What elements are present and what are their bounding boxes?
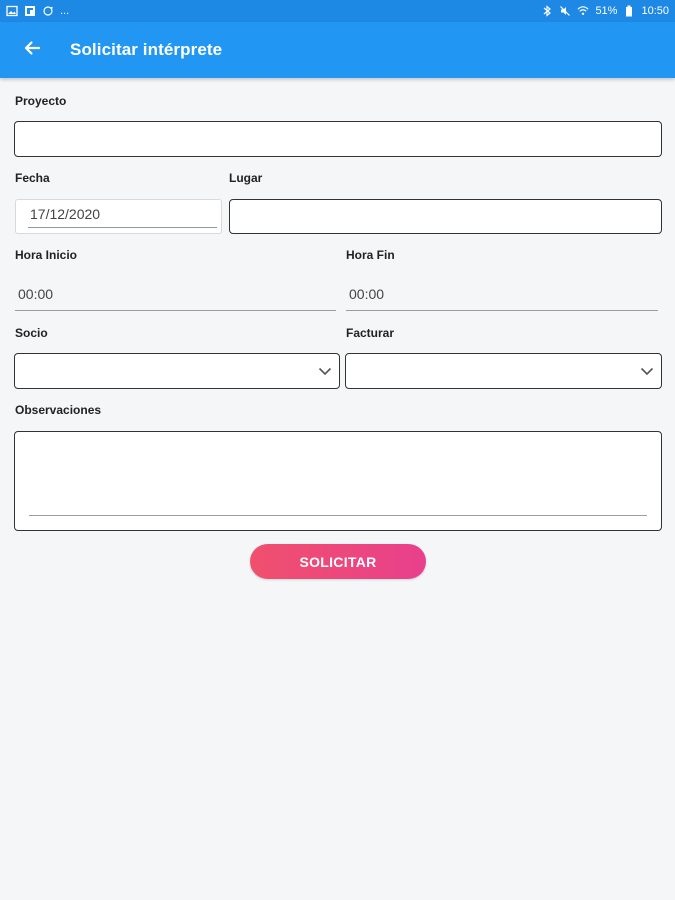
image-icon [6, 5, 18, 17]
wifi-icon [577, 5, 589, 17]
socio-label: Socio [15, 326, 48, 340]
fecha-label: Fecha [15, 171, 50, 185]
socio-select[interactable] [14, 353, 340, 389]
observaciones-label: Observaciones [15, 403, 102, 417]
observaciones-underline [29, 515, 647, 516]
hora-inicio-underline [15, 310, 336, 311]
facturar-select[interactable] [345, 353, 662, 389]
hora-fin-label: Hora Fin [346, 248, 395, 262]
page-title: Solicitar intérprete [70, 40, 223, 59]
hora-inicio-value: 00:00 [18, 286, 54, 302]
bluetooth-icon [541, 5, 553, 17]
solicitar-button[interactable]: SOLICITAR [250, 544, 426, 579]
fecha-field[interactable]: 17/12/2020 [15, 199, 222, 234]
fecha-value: 17/12/2020 [30, 206, 101, 222]
observaciones-textarea[interactable] [14, 431, 662, 531]
status-bar: ... 51% 10:50 [0, 0, 675, 22]
status-bar-right: 51% 10:50 [541, 5, 669, 17]
status-bar-left: ... [6, 5, 69, 17]
chevron-down-icon [639, 363, 655, 379]
arrow-left-icon [23, 39, 41, 62]
hora-fin-underline [346, 310, 658, 311]
hora-fin-value: 00:00 [349, 286, 385, 302]
chevron-down-icon [317, 363, 333, 379]
status-time: 10:50 [641, 5, 669, 17]
app-bar: Solicitar intérprete [0, 22, 675, 78]
back-button[interactable] [12, 30, 52, 70]
facturar-label: Facturar [346, 326, 395, 340]
hora-fin-field[interactable]: 00:00 [346, 280, 658, 311]
lugar-input[interactable] [229, 199, 662, 234]
proyecto-input[interactable] [14, 121, 662, 157]
lugar-label: Lugar [229, 171, 263, 185]
battery-percent: 51% [595, 5, 618, 17]
proyecto-label: Proyecto [15, 94, 67, 108]
fecha-underline [28, 227, 217, 228]
sync-icon [42, 5, 54, 17]
mute-icon [559, 5, 571, 17]
flipboard-icon [24, 5, 36, 17]
status-more-text: ... [60, 5, 70, 17]
hora-inicio-field[interactable]: 00:00 [15, 280, 336, 311]
battery-icon [623, 5, 635, 17]
hora-inicio-label: Hora Inicio [15, 248, 78, 262]
